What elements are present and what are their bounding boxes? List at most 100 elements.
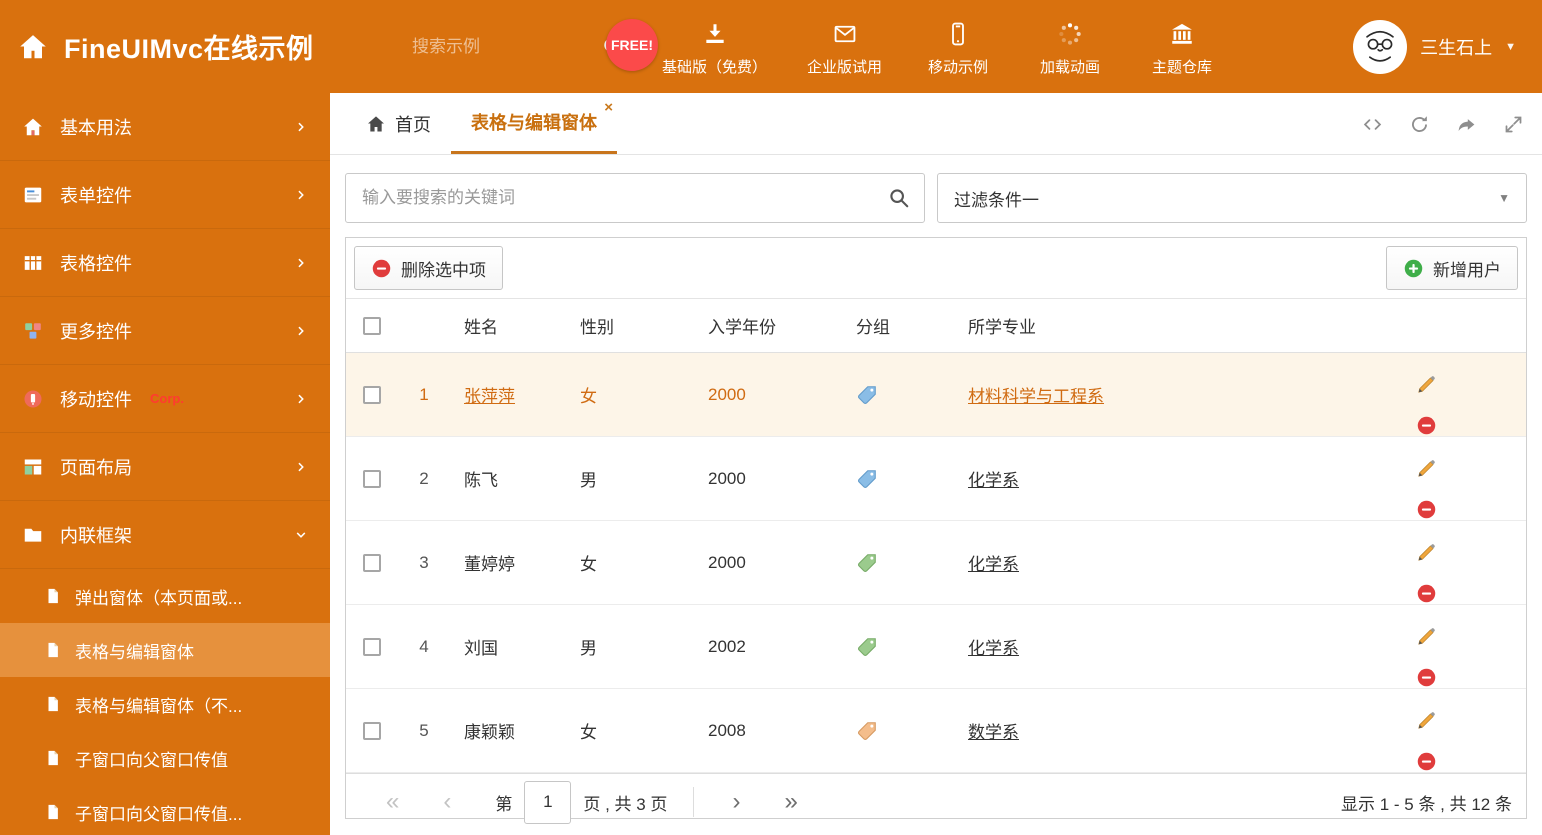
edit-pencil-icon[interactable] <box>1416 458 1490 479</box>
sidebar-subitem-child-to-parent-2[interactable]: 子窗口向父窗口传值... <box>0 785 330 835</box>
row-checkbox[interactable] <box>363 638 381 657</box>
search-button[interactable] <box>874 187 924 209</box>
sidebar: 基本用法 表单控件 表格控件 更多控件 移动控件 Corp. 页面布局 内联框架… <box>0 93 330 835</box>
share-icon[interactable] <box>1456 114 1477 135</box>
chevron-right-icon <box>294 392 308 406</box>
folder-icon <box>22 524 44 546</box>
chevron-right-icon <box>294 460 308 474</box>
nav-label: 主题仓库 <box>1152 58 1213 76</box>
header-search-input[interactable] <box>412 36 562 57</box>
next-page-button[interactable]: › <box>732 790 740 814</box>
filter-dropdown[interactable]: 过滤条件一 ▼ <box>937 173 1527 223</box>
table-row[interactable]: 3 董婷婷 女 2000 化学系 <box>346 520 1526 606</box>
table-row[interactable]: 2 陈飞 男 2000 化学系 <box>346 436 1526 522</box>
chevron-down-icon: ▼ <box>1498 191 1510 205</box>
table-row[interactable]: 5 康颖颖 女 2008 数学系 <box>346 688 1526 774</box>
free-badge: FREE! <box>606 18 658 71</box>
table-header-row: 姓名 性别 入学年份 分组 所学专业 <box>346 298 1526 353</box>
row-checkbox[interactable] <box>363 722 381 741</box>
tab-grid-edit-window[interactable]: 表格与编辑窗体 × <box>451 93 617 154</box>
row-checkbox[interactable] <box>363 470 381 489</box>
sidebar-item-form-controls[interactable]: 表单控件 <box>0 161 330 229</box>
edit-pencil-icon[interactable] <box>1416 710 1490 731</box>
year-cell: 2000 <box>698 520 846 606</box>
major-link[interactable]: 材料科学与工程系 <box>968 387 1104 406</box>
row-index: 1 <box>398 352 450 438</box>
add-user-button[interactable]: 新增用户 <box>1386 246 1518 290</box>
first-page-button[interactable]: « <box>386 790 399 814</box>
page-number-input[interactable] <box>524 780 572 824</box>
nav-item-theme-repo[interactable]: 主题仓库 <box>1126 17 1238 77</box>
chevron-down-icon: ▼ <box>1505 40 1516 53</box>
delete-row-icon[interactable] <box>1416 583 1490 604</box>
sidebar-subitem-label: 子窗口向父窗口传值 <box>75 750 228 770</box>
chevron-right-icon <box>294 256 308 270</box>
sidebar-item-more-controls[interactable]: 更多控件 <box>0 297 330 365</box>
sidebar-item-iframe[interactable]: 内联框架 <box>0 501 330 569</box>
delete-row-icon[interactable] <box>1416 415 1490 436</box>
last-page-button[interactable]: » <box>784 790 797 814</box>
row-index: 4 <box>398 604 450 690</box>
major-link[interactable]: 化学系 <box>968 639 1019 658</box>
table-row[interactable]: 1 张萍萍 女 2000 材料科学与工程系 <box>346 352 1526 438</box>
sidebar-subitem-grid-edit-window-2[interactable]: 表格与编辑窗体（不... <box>0 677 330 731</box>
table-row[interactable]: 4 刘国 男 2002 化学系 <box>346 604 1526 690</box>
sidebar-item-basic-usage[interactable]: 基本用法 <box>0 93 330 161</box>
spinner-icon <box>1057 21 1083 47</box>
row-checkbox[interactable] <box>363 386 381 405</box>
avatar <box>1353 19 1408 74</box>
nav-item-enterprise-trial[interactable]: 企业版试用 <box>787 17 902 77</box>
sidebar-item-grid-controls[interactable]: 表格控件 <box>0 229 330 297</box>
major-link[interactable]: 化学系 <box>968 471 1019 490</box>
prev-page-button[interactable]: ‹ <box>443 790 451 814</box>
top-header: FineUIMvc在线示例 FREE! 基础版（免费） 企业版试用 移动示例 <box>0 0 1542 93</box>
edit-pencil-icon[interactable] <box>1416 374 1490 395</box>
sidebar-subitem-popup-window[interactable]: 弹出窗体（本页面或... <box>0 569 330 623</box>
keyword-search-input[interactable] <box>346 188 874 208</box>
expand-icon[interactable] <box>1503 114 1524 135</box>
sidebar-item-mobile-controls[interactable]: 移动控件 Corp. <box>0 365 330 433</box>
tag-icon <box>856 384 878 406</box>
delete-row-icon[interactable] <box>1416 499 1490 520</box>
sidebar-subitem-label: 子窗口向父窗口传值... <box>75 804 243 824</box>
file-icon <box>44 641 62 659</box>
close-icon[interactable]: × <box>604 100 613 115</box>
users-table: 姓名 性别 入学年份 分组 所学专业 1 张萍萍 女 2000 材料科学与工程系… <box>346 298 1526 774</box>
select-all-checkbox[interactable] <box>363 317 381 336</box>
tab-home[interactable]: 首页 <box>346 93 451 154</box>
major-link[interactable]: 数学系 <box>968 723 1019 742</box>
source-code-icon[interactable] <box>1362 114 1383 135</box>
add-user-label: 新增用户 <box>1433 260 1501 280</box>
tag-icon <box>856 636 878 658</box>
major-link[interactable]: 化学系 <box>968 555 1019 574</box>
user-menu[interactable]: 三生石上 ▼ <box>1353 19 1542 74</box>
name-link[interactable]: 张萍萍 <box>464 387 515 406</box>
file-icon <box>44 695 62 713</box>
sidebar-item-label: 表单控件 <box>60 185 132 206</box>
brand[interactable]: FineUIMvc在线示例 <box>0 27 412 66</box>
edit-pencil-icon[interactable] <box>1416 626 1490 647</box>
tab-label: 表格与编辑窗体 <box>471 113 597 133</box>
row-index: 5 <box>398 688 450 774</box>
delete-selected-button[interactable]: 删除选中项 <box>354 246 503 290</box>
nav-item-basic-free[interactable]: FREE! 基础版（免费） <box>606 17 787 77</box>
name-cell: 陈飞 <box>450 436 570 522</box>
sidebar-subitem-grid-edit-window[interactable]: 表格与编辑窗体 <box>0 623 330 677</box>
delete-row-icon[interactable] <box>1416 667 1490 688</box>
search-icon <box>888 187 910 209</box>
row-index: 2 <box>398 436 450 522</box>
envelope-icon <box>832 21 858 47</box>
tab-tools <box>1362 93 1524 155</box>
name-cell: 康颖颖 <box>450 688 570 774</box>
refresh-icon[interactable] <box>1409 114 1430 135</box>
sidebar-subitem-child-to-parent[interactable]: 子窗口向父窗口传值 <box>0 731 330 785</box>
nav-item-mobile-demo[interactable]: 移动示例 <box>902 17 1014 77</box>
nav-item-loading-anim[interactable]: 加载动画 <box>1014 17 1126 77</box>
edit-pencil-icon[interactable] <box>1416 542 1490 563</box>
sidebar-item-page-layout[interactable]: 页面布局 <box>0 433 330 501</box>
header-nav: FREE! 基础版（免费） 企业版试用 移动示例 加载动画 主题仓库 <box>606 17 1238 77</box>
mobile-badge-icon <box>22 388 44 410</box>
delete-row-icon[interactable] <box>1416 751 1490 772</box>
row-checkbox[interactable] <box>363 554 381 573</box>
name-cell: 董婷婷 <box>450 520 570 606</box>
